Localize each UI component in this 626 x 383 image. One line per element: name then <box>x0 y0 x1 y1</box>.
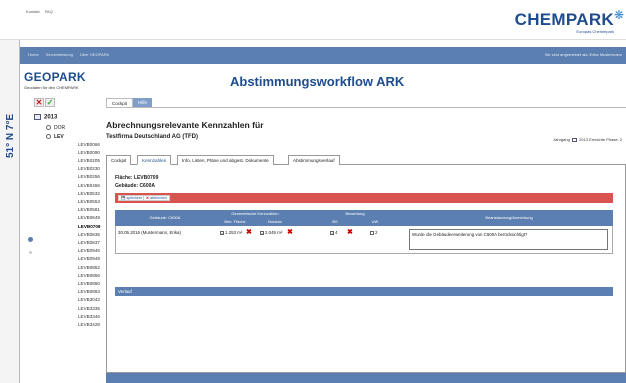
bebaut-cell[interactable]: ✓1.253 m² <box>220 230 242 235</box>
flaeche-label: Fläche: LEVB0709 <box>115 175 159 181</box>
comment-textarea[interactable]: Wurde die Gebäudeerweiterung von C600A b… <box>409 229 608 250</box>
tree-node-lev[interactable]: LEV <box>46 134 112 140</box>
subtab-abstimmungsverlauf[interactable]: Abstimmungsverlauf <box>288 155 340 165</box>
bottom-band <box>106 373 626 383</box>
tree-nav: 2013 DOR LEV LEVB0066 LEVB0090 LEVB0205 LEV… <box>32 114 112 329</box>
close-icon[interactable]: ✕ <box>34 98 44 107</box>
control-bar: ✕ ✓ Cockpit Hilfe <box>20 98 626 108</box>
row-date-user: 30.05.2016 (Mustermann, Erika) <box>118 230 181 235</box>
check-icon[interactable]: ✓ <box>45 98 55 107</box>
col-bs: BS <box>332 219 338 224</box>
reject-icon[interactable]: ✖ <box>287 228 293 236</box>
jahrgang-info: Jahrgang 2013 Erreichte Phase: 2 <box>553 137 622 142</box>
nutzbar-cell[interactable]: ✓2.049 m² <box>260 230 282 235</box>
selected-marker-icon <box>28 237 33 242</box>
checkbox-icon[interactable]: ✓ <box>260 230 264 235</box>
action-bar: 💾 speichern ✕ abbrechen <box>115 193 613 203</box>
brand-name: CHEMPARK <box>514 10 614 29</box>
bs-cell[interactable]: ✓4 <box>330 230 337 235</box>
coordinate-label: 51° N 7°E <box>5 113 16 158</box>
subtab-bar: Cockpit Kennzahlen Info, Listen, Pläne u… <box>106 155 626 165</box>
col-nutzbar: Nutzbar <box>267 219 282 224</box>
checkbox-icon[interactable] <box>370 230 374 235</box>
tab-divider <box>106 107 626 108</box>
nav-ueber-geopark[interactable]: Über GEOPARK <box>80 52 109 57</box>
page-title: Abrechnungsrelevante Kennzahlen für <box>106 120 264 130</box>
geopark-title: GEOPARK <box>24 70 86 84</box>
cancel-button[interactable]: ✕ abbrechen <box>143 195 170 201</box>
calendar-icon <box>34 114 41 120</box>
calendar-icon <box>571 137 577 142</box>
chempark-logo: CHEMPARK Europas Chemiepark ❋ <box>514 8 624 34</box>
kennzahlen-table: Gebäude: C600A Geometrische Kennzahlen B… <box>115 210 613 254</box>
nav-serviceleistung[interactable]: Serviceleistung <box>46 52 73 57</box>
geopark-subtitle: Geodaten für den CHEMPARK <box>24 85 79 90</box>
kontakt-link[interactable]: Kontakt <box>26 9 40 14</box>
col-beb-flaeche: Beb. Fläche <box>224 219 246 224</box>
tree-root[interactable]: 2013 <box>32 114 112 121</box>
table-row: 30.05.2016 (Mustermann, Erika) ✓1.253 m²… <box>115 226 613 254</box>
top-links: Kontakt FAQ <box>26 9 57 14</box>
subtab-cockpit[interactable]: Cockpit <box>106 155 132 165</box>
geopark-brand: GEOPARK Geodaten für den CHEMPARK <box>24 70 86 90</box>
gebaeude-label: Gebäude: C600A <box>115 183 156 189</box>
col-beanstandung: Beanstandung/Anmerkung <box>485 215 533 220</box>
marker-icon <box>29 251 32 254</box>
checkbox-icon[interactable]: ✓ <box>330 230 334 235</box>
faq-link[interactable]: FAQ <box>45 9 53 14</box>
subtab-kennzahlen[interactable]: Kennzahlen <box>137 155 172 165</box>
kennzahlen-panel: Fläche: LEVB0709 Gebäude: C600A 💾 speich… <box>106 165 626 373</box>
col-uw: UW <box>371 219 379 224</box>
col-bewertung: Bewertung <box>345 211 365 216</box>
subtab-info-listen[interactable]: Info, Listen, Pläne und abgest. Dokument… <box>177 155 274 165</box>
app-panel: GEOPARK Geodaten für den CHEMPARK Abstim… <box>20 64 626 383</box>
save-button[interactable]: 💾 speichern <box>118 195 146 201</box>
col-gebaeude: Gebäude: C600A <box>149 215 181 220</box>
circle-icon <box>46 124 51 130</box>
checkbox-icon[interactable]: ✓ <box>220 230 224 235</box>
user-info: Sie sind angemeldet als: Erika Musterman… <box>544 52 622 57</box>
uw-cell[interactable]: 2 <box>370 230 377 235</box>
reject-icon[interactable]: ✖ <box>246 228 252 236</box>
left-strip: 51° N 7°E <box>0 40 20 383</box>
top-header: Kontakt FAQ CHEMPARK Europas Chemiepark … <box>0 0 626 40</box>
tree-node-dor[interactable]: DOR <box>46 125 112 131</box>
snowflake-icon: ❋ <box>613 8 624 22</box>
app-title: Abstimmungsworkflow ARK <box>230 74 405 89</box>
circle-icon <box>46 133 51 139</box>
main-content: Abrechnungsrelevante Kennzahlen für Test… <box>106 114 626 383</box>
nav-home[interactable]: Home <box>28 52 39 57</box>
reject-icon[interactable]: ✖ <box>347 228 353 236</box>
company-name: Testfirma Deutschland AG (TFD) <box>106 134 199 140</box>
verlauf-header[interactable]: Verlauf <box>115 287 613 296</box>
table-header: Gebäude: C600A Geometrische Kennzahlen B… <box>115 210 613 226</box>
col-geometrische: Geometrische Kennzahlen <box>231 211 279 216</box>
main-nav: Home Serviceleistung Über GEOPARK Sie si… <box>20 47 626 64</box>
